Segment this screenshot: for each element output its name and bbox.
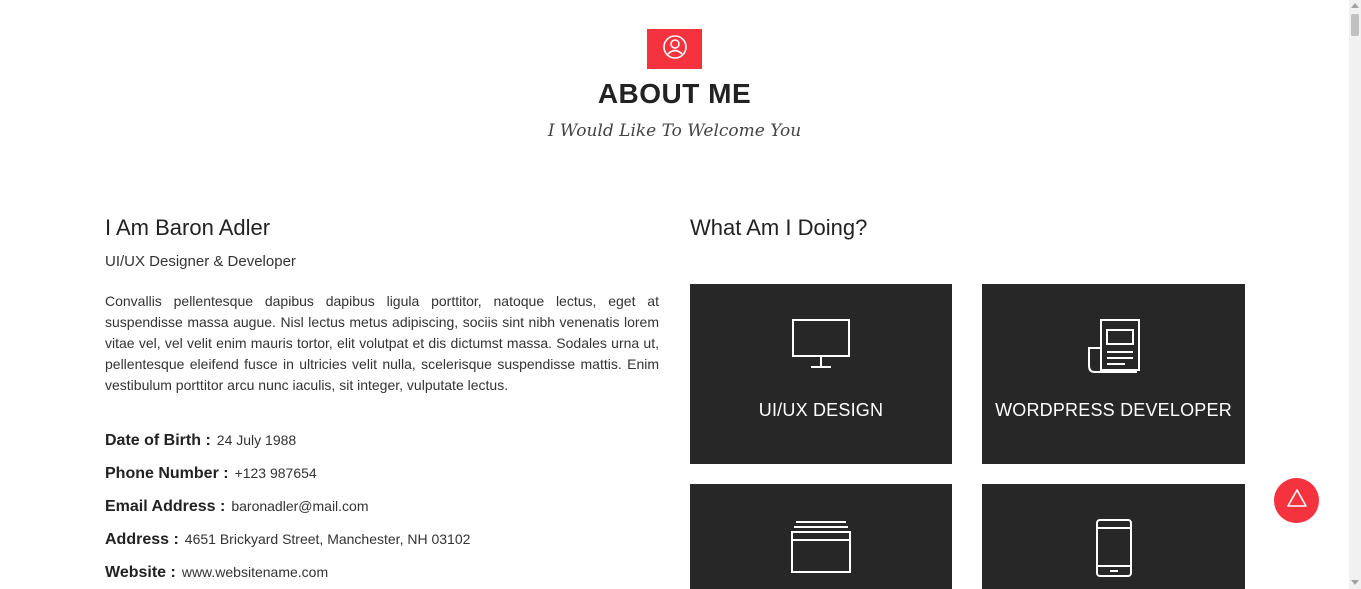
info-label: Email Address : bbox=[105, 498, 226, 515]
scroll-thumb[interactable] bbox=[1351, 14, 1359, 36]
intro-role: UI/UX Designer & Developer bbox=[105, 253, 296, 270]
info-website-link[interactable]: www.websitename.com bbox=[182, 564, 328, 580]
info-label: Website : bbox=[105, 564, 176, 581]
service-label: WORDPRESS DEVELOPER bbox=[995, 400, 1232, 420]
what-am-i-doing-title: What Am I Doing? bbox=[690, 215, 868, 240]
info-label: Address : bbox=[105, 531, 179, 548]
scroll-up-arrow[interactable] bbox=[1351, 3, 1359, 8]
info-value: +123 987654 bbox=[234, 465, 317, 481]
info-email-address: Email Address : baronadler@mail.com bbox=[105, 498, 369, 516]
info-value: 4651 Brickyard Street, Manchester, NH 03… bbox=[184, 531, 471, 547]
info-date-of-birth: Date of Birth : 24 July 1988 bbox=[105, 432, 296, 450]
triangle-up-icon bbox=[1286, 488, 1308, 513]
info-label: Date of Birth : bbox=[105, 432, 211, 449]
service-card-wordpress-developer[interactable]: WORDPRESS DEVELOPER bbox=[982, 284, 1245, 464]
mobile-phone-icon bbox=[1094, 518, 1134, 583]
newspaper-icon bbox=[1085, 318, 1143, 379]
scroll-down-arrow[interactable] bbox=[1351, 580, 1359, 585]
service-label: UI/UX DESIGN bbox=[758, 400, 884, 420]
about-badge bbox=[647, 29, 702, 69]
browser-window-icon bbox=[790, 518, 852, 581]
monitor-icon bbox=[791, 318, 851, 377]
info-value: baronadler@mail.com bbox=[231, 498, 369, 514]
intro-bio: Convallis pellentesque dapibus dapibus l… bbox=[105, 293, 659, 393]
service-card-4[interactable] bbox=[982, 484, 1245, 589]
section-subtitle: I Would Like To Welcome You bbox=[547, 121, 802, 141]
intro-name: I Am Baron Adler bbox=[105, 215, 271, 240]
info-website: Website : www.websitename.com bbox=[105, 564, 328, 582]
service-card-uiux-design[interactable]: UI/UX DESIGN bbox=[690, 284, 952, 464]
section-title: ABOUT ME bbox=[597, 78, 752, 109]
service-card-3[interactable] bbox=[690, 484, 952, 589]
info-value: 24 July 1988 bbox=[216, 432, 297, 448]
about-me-page: ABOUT ME I Would Like To Welcome You I A… bbox=[0, 0, 1361, 589]
info-address: Address : 4651 Brickyard Street, Manchest… bbox=[105, 531, 470, 549]
user-circle-icon bbox=[662, 34, 688, 65]
page-scrollbar[interactable] bbox=[1349, 0, 1361, 589]
back-to-top-button[interactable] bbox=[1274, 478, 1319, 523]
info-phone-number: Phone Number : +123 987654 bbox=[105, 465, 317, 483]
info-label: Phone Number : bbox=[105, 465, 229, 482]
